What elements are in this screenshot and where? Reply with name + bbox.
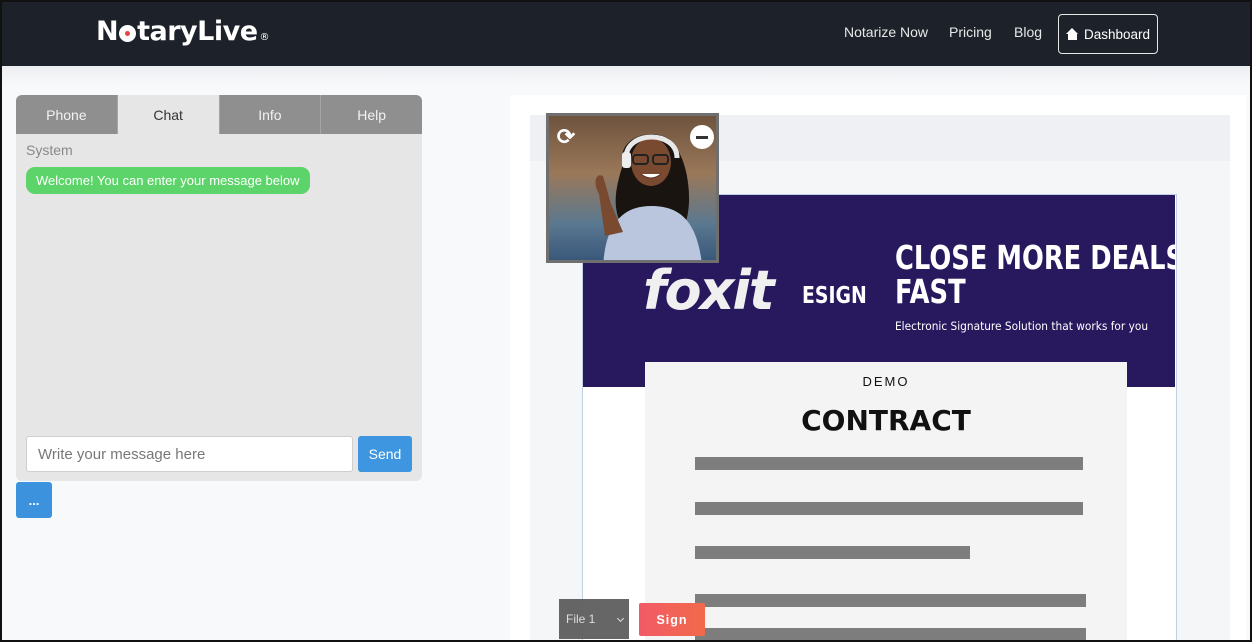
tab-help[interactable]: Help xyxy=(321,95,422,134)
participant-video-image xyxy=(595,134,702,260)
notary-stamp-icon xyxy=(119,25,137,42)
more-options-button[interactable]: ... xyxy=(16,482,52,518)
notarylive-logo[interactable]: NtaryLive ® xyxy=(96,16,270,47)
minimize-icon[interactable] xyxy=(690,125,714,149)
send-button[interactable]: Send xyxy=(358,436,412,472)
esign-label: ESIGN xyxy=(802,283,867,309)
text-line-placeholder xyxy=(695,502,1083,515)
chat-message-bubble: Welcome! You can enter your message belo… xyxy=(26,167,310,194)
tab-info[interactable]: Info xyxy=(219,95,322,134)
foxit-logo: foxit xyxy=(643,259,775,322)
nav-pricing[interactable]: Pricing xyxy=(949,24,992,40)
navbar-shadow xyxy=(2,66,1250,86)
nav-notarize-now[interactable]: Notarize Now xyxy=(844,24,928,40)
refresh-icon[interactable]: ⟳ xyxy=(554,124,578,149)
headline-line-1: CLOSE MORE DEALS, xyxy=(895,238,1177,277)
tab-chat[interactable]: Chat xyxy=(117,95,220,134)
panel-tabs: Phone Chat Info Help xyxy=(16,95,422,134)
file-select[interactable]: File 1 xyxy=(559,599,629,639)
text-line-placeholder xyxy=(695,546,970,559)
app-window: NtaryLive ® Notarize Now Pricing Blog Das… xyxy=(0,0,1252,642)
home-icon xyxy=(1065,28,1079,40)
contract-card: DEMO CONTRACT xyxy=(645,362,1127,640)
contract-title: CONTRACT xyxy=(801,404,971,437)
text-line-placeholder xyxy=(695,628,1086,640)
chat-panel: Phone Chat Info Help System Welcome! You… xyxy=(16,95,422,481)
nav-blog[interactable]: Blog xyxy=(1014,24,1042,40)
logo-text-n: N xyxy=(96,16,119,47)
chat-message-input[interactable] xyxy=(26,436,353,472)
file-select-value: File 1 xyxy=(566,612,596,626)
demo-label: DEMO xyxy=(862,374,910,389)
sign-button[interactable]: Sign xyxy=(639,603,705,636)
text-line-placeholder xyxy=(695,457,1083,470)
dashboard-button[interactable]: Dashboard xyxy=(1058,14,1158,54)
dashboard-label: Dashboard xyxy=(1083,26,1151,42)
banner-headline: CLOSE MORE DEALS, FAST xyxy=(895,238,1177,311)
message-sender-label: System xyxy=(26,142,73,158)
video-call-window[interactable]: ⟳ xyxy=(546,113,719,263)
logo-text-rest: taryLive xyxy=(137,16,258,47)
chevron-down-icon xyxy=(616,614,625,623)
banner-subheadline: Electronic Signature Solution that works… xyxy=(895,319,1149,333)
tab-phone[interactable]: Phone xyxy=(16,95,118,134)
headline-line-2: FAST xyxy=(895,272,966,311)
text-line-placeholder xyxy=(695,594,1086,607)
top-navbar: NtaryLive ® Notarize Now Pricing Blog Das… xyxy=(2,2,1250,66)
registered-mark: ® xyxy=(259,32,270,43)
